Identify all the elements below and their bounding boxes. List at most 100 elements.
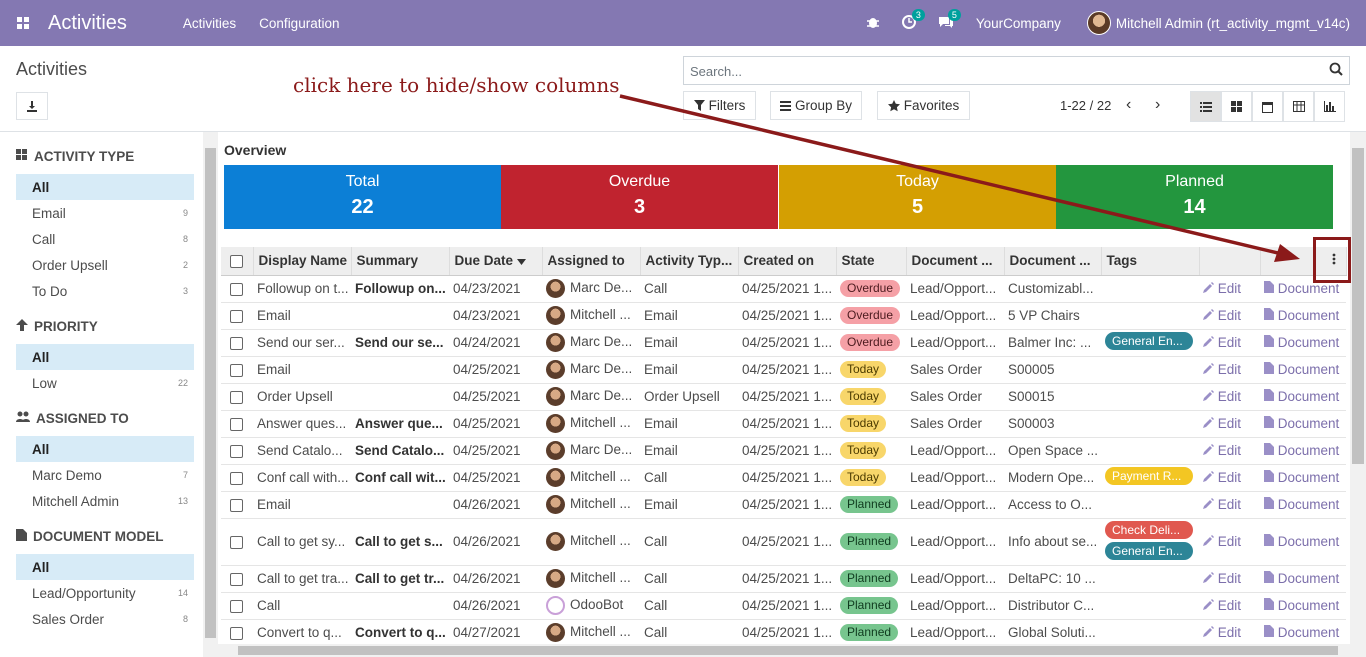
column-header-summary[interactable]: Summary [351,247,450,276]
edit-button[interactable]: Edit [1203,497,1241,512]
document-button[interactable]: Document [1264,598,1339,613]
edit-button[interactable]: Edit [1203,389,1241,404]
created-on-cell[interactable]: 04/25/2021 1... [738,619,836,644]
sidebar-item[interactable]: Email 9 [16,200,194,226]
tags-cell[interactable] [1101,275,1199,303]
state-cell[interactable]: Planned [836,619,906,644]
edit-button[interactable]: Edit [1203,534,1241,549]
summary-cell[interactable] [351,491,449,519]
menu-activities[interactable]: Activities [183,16,236,31]
sidebar-item[interactable]: Sales Order 8 [16,606,194,632]
table-row[interactable]: Call 04/26/2021 OdooBot Call 04/25/2021 1...… [221,592,1346,620]
summary-cell[interactable]: Call to get s... [351,518,449,566]
tags-cell[interactable]: Payment R... [1101,464,1199,492]
sidebar-item[interactable]: Low 22 [16,370,194,396]
table-row[interactable]: Email 04/23/2021 Mitchell ... Email 04/25/20… [221,302,1346,330]
user-menu[interactable]: Mitchell Admin (rt_activity_mgmt_v14c) [1116,16,1350,31]
table-row[interactable]: Convert to q... Convert to q... 04/27/2021… [221,619,1346,644]
due-date-cell[interactable]: 04/26/2021 [449,565,542,593]
table-row[interactable]: Email 04/25/2021 Marc De... Email 04/25/2021… [221,356,1346,384]
list-view-icon[interactable] [1190,91,1221,122]
assigned-to-cell[interactable]: Mitchell ... [542,302,640,330]
tags-cell[interactable] [1101,410,1199,438]
tags-cell[interactable] [1101,592,1199,620]
document-name-cell[interactable]: Open Space ... [1004,437,1101,465]
column-header-document-model[interactable]: Document ... [906,247,1005,276]
tile-today[interactable]: Today 5 [779,165,1056,229]
display-name-cell[interactable]: Email [253,356,351,384]
graph-view-icon[interactable] [1314,91,1345,122]
state-cell[interactable]: Today [836,356,906,384]
assigned-to-cell[interactable]: Mitchell ... [542,518,640,566]
sidebar-item[interactable]: Lead/Opportunity 14 [16,580,194,606]
document-name-cell[interactable]: S00003 [1004,410,1101,438]
edit-button[interactable]: Edit [1203,362,1241,377]
state-cell[interactable]: Today [836,383,906,411]
favorites-button[interactable]: Favorites [877,91,970,120]
activity-type-cell[interactable]: Call [640,565,738,593]
display-name-cell[interactable]: Call to get tra... [253,565,351,593]
activity-type-cell[interactable]: Email [640,437,738,465]
state-cell[interactable]: Overdue [836,329,906,357]
sidebar-item[interactable]: All [16,174,194,200]
list-horizontal-scrollbar[interactable] [218,644,1366,657]
due-date-cell[interactable]: 04/27/2021 [449,619,542,644]
assigned-to-cell[interactable]: Mitchell ... [542,619,640,644]
due-date-cell[interactable]: 04/26/2021 [449,592,542,620]
summary-cell[interactable]: Send Catalo... [351,437,449,465]
assigned-to-cell[interactable]: Marc De... [542,275,640,303]
column-header-created-on[interactable]: Created on [738,247,837,276]
document-name-cell[interactable]: Customizabl... [1004,275,1101,303]
apps-menu-icon[interactable] [0,0,46,46]
edit-button[interactable]: Edit [1203,598,1241,613]
table-row[interactable]: Send Catalo... Send Catalo... 04/25/2021 Ma… [221,437,1346,465]
row-checkbox[interactable] [230,471,243,485]
edit-button[interactable]: Edit [1203,470,1241,485]
document-name-cell[interactable]: Modern Ope... [1004,464,1101,492]
state-cell[interactable]: Overdue [836,275,906,303]
activity-type-cell[interactable]: Call [640,464,738,492]
search-icon[interactable] [1329,62,1343,76]
tag-badge[interactable]: General En... [1105,541,1193,560]
document-model-cell[interactable]: Lead/Opport... [906,275,1004,303]
document-button[interactable]: Document [1264,443,1339,458]
created-on-cell[interactable]: 04/25/2021 1... [738,565,836,593]
document-name-cell[interactable]: S00005 [1004,356,1101,384]
created-on-cell[interactable]: 04/25/2021 1... [738,356,836,384]
document-name-cell[interactable]: Access to O... [1004,491,1101,519]
tags-cell[interactable] [1101,356,1199,384]
document-model-cell[interactable]: Sales Order [906,410,1004,438]
due-date-cell[interactable]: 04/26/2021 [449,491,542,519]
edit-button[interactable]: Edit [1203,625,1241,640]
tags-cell[interactable] [1101,302,1199,330]
row-checkbox[interactable] [230,626,243,640]
column-header-assigned-to[interactable]: Assigned to [542,247,641,276]
tags-cell[interactable] [1101,619,1199,644]
table-row[interactable]: Answer ques... Answer que... 04/25/2021 Mit… [221,410,1346,438]
created-on-cell[interactable]: 04/25/2021 1... [738,592,836,620]
document-model-cell[interactable]: Lead/Opport... [906,491,1004,519]
display-name-cell[interactable]: Followup on t... [253,275,351,303]
row-checkbox[interactable] [230,498,243,512]
sidebar-item[interactable]: All [16,554,194,580]
document-button[interactable]: Document [1264,470,1339,485]
summary-cell[interactable]: Followup on... [351,275,449,303]
tags-cell[interactable] [1101,383,1199,411]
sidebar-item[interactable]: Marc Demo 7 [16,462,194,488]
state-cell[interactable]: Planned [836,518,906,566]
document-name-cell[interactable]: Distributor C... [1004,592,1101,620]
document-model-cell[interactable]: Lead/Opport... [906,329,1004,357]
sidebar-item[interactable]: Order Upsell 2 [16,252,194,278]
document-model-cell[interactable]: Lead/Opport... [906,565,1004,593]
state-cell[interactable]: Planned [836,491,906,519]
column-header-state[interactable]: State [836,247,907,276]
assigned-to-cell[interactable]: Mitchell ... [542,410,640,438]
tags-cell[interactable]: General En... [1101,329,1199,357]
tile-overdue[interactable]: Overdue 3 [501,165,778,229]
assigned-to-cell[interactable]: Mitchell ... [542,491,640,519]
document-button[interactable]: Document [1264,571,1339,586]
display-name-cell[interactable]: Order Upsell [253,383,351,411]
column-header-display-name[interactable]: Display Name [253,247,352,276]
display-name-cell[interactable]: Send Catalo... [253,437,351,465]
tag-badge[interactable]: Payment R... [1105,467,1193,485]
